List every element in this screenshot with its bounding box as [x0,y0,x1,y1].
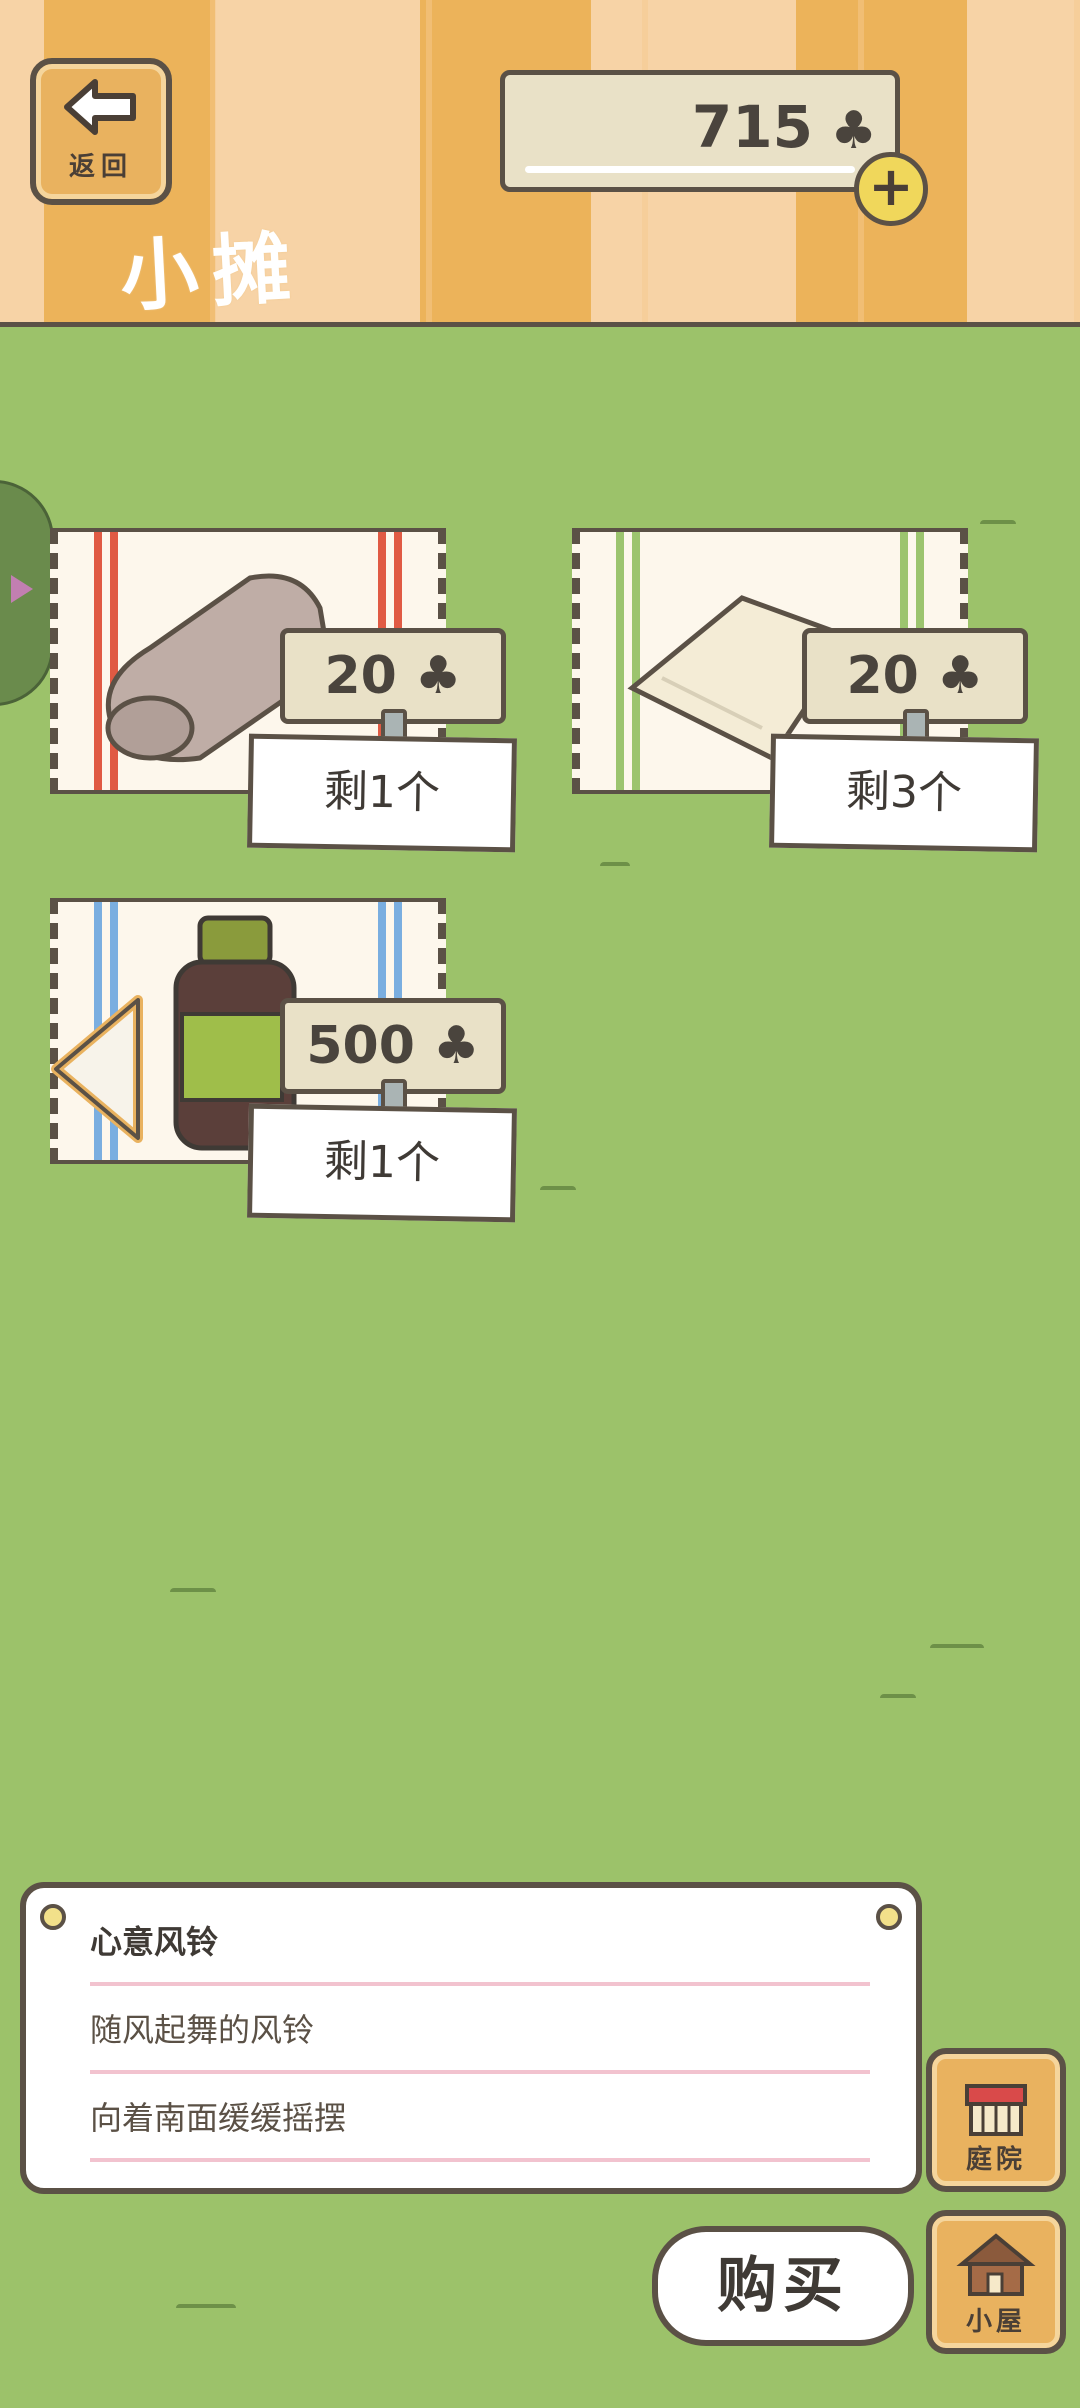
house-button[interactable]: 小屋 [926,2210,1066,2354]
pin-dot-icon [40,1904,66,1930]
buy-button[interactable]: 购买 [652,2226,914,2346]
house-label: 小屋 [965,2307,1026,2337]
clover-icon: ♣ [830,101,877,161]
back-label: 返回 [68,152,133,182]
price-label: 20 ♣ [846,646,984,706]
arrow-left-icon [64,79,136,135]
price-tag: 500 ♣ [280,998,506,1117]
triangle-right-icon [11,575,33,603]
stock-label: 剩1个 [247,733,517,853]
yard-label: 庭院 [965,2145,1026,2175]
description-line: 随风起舞的风铃 [90,1990,870,2074]
back-button[interactable]: 返回 [30,58,172,205]
grass-mark [930,1644,984,1652]
pin-dot-icon [876,1904,902,1930]
stock-label: 剩3个 [769,733,1039,853]
grass-mark [600,862,630,870]
previous-page-icon[interactable] [48,994,148,1144]
yard-icon [965,2084,1027,2136]
add-coins-button[interactable]: + [854,152,928,226]
price-tag: 20 ♣ [280,628,506,747]
grass-mark [176,2304,236,2312]
side-drawer-tab[interactable] [0,480,54,706]
grass-mark [980,520,1016,528]
stock-label: 剩1个 [247,1103,517,1223]
grass-mark [540,1186,576,1194]
page-title: 小摊 [118,223,307,323]
coin-box-highlight [525,166,855,173]
grass-mark [170,1588,216,1596]
price-label: 20 ♣ [324,646,462,706]
house-icon [956,2233,1036,2296]
description-line: 向着南面缓缓摇摆 [90,2078,870,2162]
item-name: 心意风铃 [90,1902,870,1986]
price-tag: 20 ♣ [802,628,1028,747]
price-label: 500 ♣ [306,1016,480,1076]
coin-counter: 715 ♣ [500,70,900,192]
item-description-panel: 心意风铃 随风起舞的风铃 向着南面缓缓摇摆 [20,1882,922,2194]
grass-mark [880,1694,916,1702]
yard-button[interactable]: 庭院 [926,2048,1066,2192]
coin-value: 715 [691,93,813,161]
